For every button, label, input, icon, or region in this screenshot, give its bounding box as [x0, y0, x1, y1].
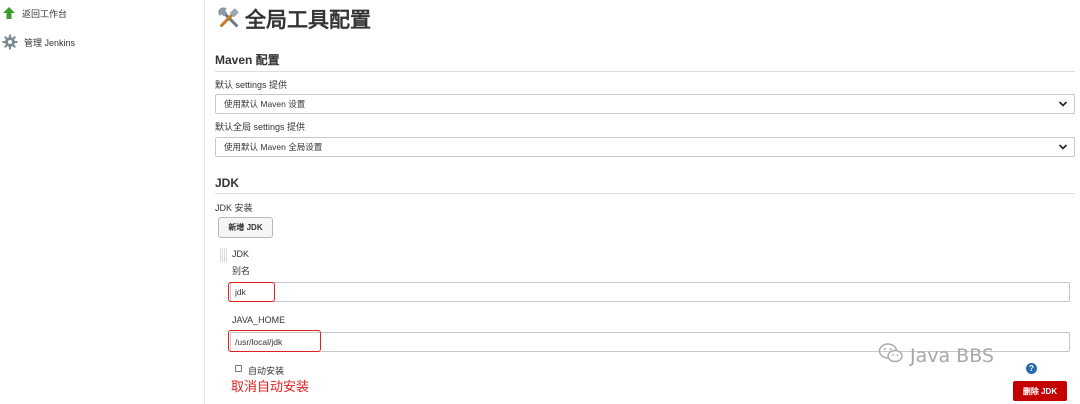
jdk-entry-title: JDK	[232, 249, 250, 259]
sidebar: 返回工作台 管理 Jenkins	[0, 0, 205, 404]
global-settings-provider-select[interactable]: 使用默认 Maven 全局设置	[215, 137, 1075, 157]
highlight-box-alias	[228, 282, 275, 302]
chevron-down-icon	[1058, 99, 1068, 111]
add-jdk-button[interactable]: 新增 JDK	[218, 217, 273, 238]
maven-section-heading: Maven 配置	[215, 51, 1075, 72]
watermark: Java BBS	[878, 342, 994, 369]
page-title: 全局工具配置	[215, 4, 371, 34]
sidebar-item-back-to-dashboard[interactable]: 返回工作台	[2, 6, 67, 20]
sidebar-item-label: 管理 Jenkins	[24, 37, 76, 48]
jdk-section-heading: JDK	[215, 176, 1075, 194]
wechat-icon	[878, 342, 904, 369]
settings-provider-value: 使用默认 Maven 设置	[224, 99, 306, 109]
chevron-down-icon	[1058, 142, 1068, 154]
java-home-label: JAVA_HOME	[232, 315, 286, 325]
alias-label: 别名	[232, 266, 251, 276]
highlight-box-java-home	[228, 330, 321, 352]
global-settings-provider-value: 使用默认 Maven 全局设置	[224, 142, 323, 152]
alias-input[interactable]: jdk	[230, 282, 1070, 302]
auto-install-checkbox[interactable]	[235, 365, 242, 372]
drag-handle[interactable]	[220, 248, 227, 262]
up-arrow-icon	[2, 6, 16, 20]
delete-jdk-button[interactable]: 删除 JDK	[1013, 381, 1067, 401]
sidebar-item-label: 返回工作台	[22, 8, 68, 19]
settings-provider-label: 默认 settings 提供	[215, 80, 288, 90]
tools-icon	[215, 4, 243, 34]
page-title-text: 全局工具配置	[245, 8, 371, 32]
main-content: 全局工具配置 Maven 配置 默认 settings 提供 使用默认 Mave…	[215, 0, 1080, 404]
annotation-text: 取消自动安装	[231, 379, 310, 394]
sidebar-item-manage-jenkins[interactable]: 管理 Jenkins	[2, 34, 75, 50]
gear-icon	[2, 34, 18, 50]
help-icon[interactable]: ?	[1026, 363, 1037, 374]
watermark-text: Java BBS	[910, 344, 994, 367]
global-settings-provider-label: 默认全局 settings 提供	[215, 122, 306, 132]
settings-provider-select[interactable]: 使用默认 Maven 设置	[215, 94, 1075, 114]
jdk-install-label: JDK 安装	[215, 203, 253, 213]
